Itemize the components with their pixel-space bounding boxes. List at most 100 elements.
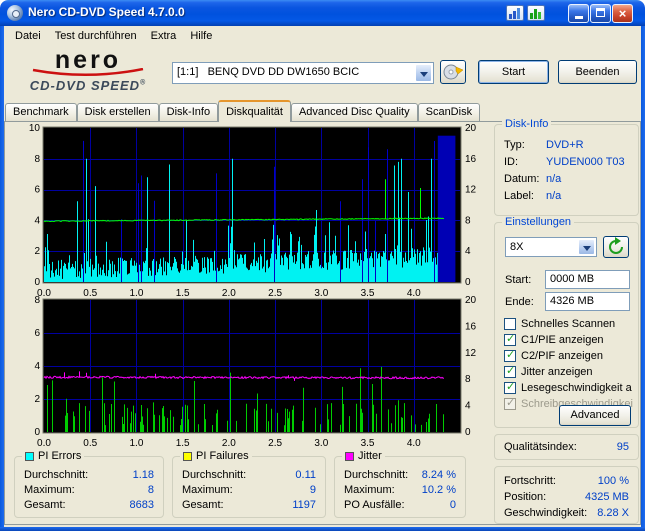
- tab-advanced-disc-quality[interactable]: Advanced Disc Quality: [290, 103, 418, 121]
- menu-hilfe[interactable]: Hilfe: [183, 28, 219, 44]
- mini-chart-icon-1[interactable]: [506, 5, 524, 21]
- progress-group: Fortschritt: 100 % Position: 4325 MB Gesch…: [494, 466, 639, 524]
- checkbox-c1-pie-anzeigen[interactable]: ✓ C1/PIE anzeigen: [504, 334, 634, 348]
- tab-disk-erstellen[interactable]: Disk erstellen: [76, 103, 159, 121]
- window-title: Nero CD-DVD Speed 4.7.0.0: [28, 5, 185, 19]
- svg-text:20: 20: [465, 124, 477, 134]
- jitter-group: Jitter Durchschnitt: 8.24 % Maximum: 10.2 …: [334, 450, 466, 518]
- pie-color-swatch: [25, 451, 34, 461]
- pif-color-swatch: [183, 451, 192, 461]
- check-icon: ✓: [506, 334, 516, 345]
- speed-combo[interactable]: 8X: [505, 237, 597, 257]
- pif-total-row: Gesamt: 1197: [182, 499, 316, 511]
- svg-text:6: 6: [34, 328, 40, 339]
- menu-test-durchfuehren[interactable]: Test durchführen: [48, 28, 144, 44]
- po-failures-row: PO Ausfälle: 0: [344, 499, 456, 511]
- tab-diskqualitaet[interactable]: Diskqualität: [218, 100, 291, 122]
- window-border-bottom: [0, 527, 645, 531]
- close-icon: ×: [618, 6, 627, 21]
- end-field[interactable]: 4326 MB: [545, 292, 630, 311]
- pie-total-row: Gesamt: 8683: [24, 499, 154, 511]
- progress-row: Fortschritt: 100 %: [504, 475, 629, 487]
- pi-errors-group: PI Errors Durchschnitt: 1.18 Maximum: 8 Ge…: [14, 450, 164, 518]
- disk-type-row: Typ: DVD+R: [504, 139, 584, 151]
- disk-label-row: Label: n/a: [504, 190, 562, 202]
- checkbox-box: ✓: [504, 398, 516, 410]
- checkbox-schnelles-scannen[interactable]: ✓ Schnelles Scannen: [504, 318, 634, 332]
- svg-text:2.0: 2.0: [222, 438, 236, 449]
- position-row: Position: 4325 MB: [504, 491, 629, 503]
- menu-extra[interactable]: Extra: [144, 28, 184, 44]
- svg-text:0.5: 0.5: [83, 438, 97, 449]
- svg-text:4: 4: [465, 401, 471, 412]
- checkbox-jitter-anzeigen[interactable]: ✓ Jitter anzeigen: [504, 366, 634, 380]
- drive-combo-value: [1:1] BENQ DVD DD DW1650 BCIC: [177, 66, 360, 78]
- svg-text:16: 16: [465, 321, 477, 332]
- speed-combo-dropdown-button[interactable]: [578, 239, 595, 255]
- jitter-max-row: Maximum: 10.2 %: [344, 484, 456, 496]
- disc-tool-button[interactable]: [440, 60, 466, 84]
- settings-caption: Einstellungen: [502, 216, 575, 228]
- chevron-down-icon: [583, 246, 591, 251]
- svg-text:6: 6: [34, 185, 40, 196]
- disk-info-group: Disk-Info Typ: DVD+R ID: YUDEN000 T03 Datu…: [494, 118, 639, 216]
- menubar: Datei Test durchführen Extra Hilfe: [4, 26, 641, 46]
- svg-text:12: 12: [465, 348, 477, 359]
- jitter-caption: Jitter: [342, 450, 385, 462]
- start-button[interactable]: Start: [478, 60, 549, 84]
- svg-text:8: 8: [34, 296, 40, 306]
- window-border-right: [641, 26, 645, 531]
- refresh-icon: [609, 237, 623, 254]
- menu-datei[interactable]: Datei: [8, 28, 48, 44]
- quality-index-group: Qualitätsindex: 95: [494, 434, 639, 460]
- close-button[interactable]: ×: [612, 4, 633, 23]
- tab-scandisk[interactable]: ScanDisk: [417, 103, 481, 121]
- svg-text:12: 12: [465, 185, 477, 196]
- jitter-color-swatch: [345, 451, 354, 461]
- app-window: Nero CD-DVD Speed 4.7.0.0 × Datei Test d…: [0, 0, 645, 531]
- svg-text:4: 4: [34, 361, 40, 372]
- tab-disk-info[interactable]: Disk-Info: [158, 103, 219, 121]
- svg-text:1.5: 1.5: [176, 438, 190, 449]
- minimize-button[interactable]: [568, 4, 589, 23]
- svg-text:8: 8: [465, 215, 471, 226]
- quit-button[interactable]: Beenden: [558, 60, 637, 84]
- svg-text:0: 0: [34, 427, 40, 438]
- svg-text:16: 16: [465, 154, 477, 165]
- refresh-button[interactable]: [603, 236, 629, 258]
- quality-index-row: Qualitätsindex: 95: [504, 441, 629, 453]
- maximize-button[interactable]: [590, 4, 611, 23]
- speed-row: Geschwindigkeit: 8.28 X: [504, 507, 629, 519]
- svg-text:2: 2: [34, 394, 40, 405]
- start-field[interactable]: 0000 MB: [545, 270, 630, 289]
- mini-chart-icon-2[interactable]: [527, 5, 545, 21]
- pi-failures-group: PI Failures Durchschnitt: 0.11 Maximum: 9 …: [172, 450, 326, 518]
- pie-speed-chart: 02468100481216200.0 0.5 1.0 1.5 2.0 2.5 3.0 3.5…: [29, 124, 477, 299]
- pi-failures-caption: PI Failures: [180, 450, 252, 462]
- logo-subtitle: CD-DVD SPEED®: [29, 78, 147, 93]
- check-icon: ✓: [506, 350, 516, 361]
- drive-combo-dropdown-button[interactable]: [415, 64, 432, 82]
- svg-text:4: 4: [465, 246, 471, 257]
- pie-avg-row: Durchschnitt: 1.18: [24, 469, 154, 481]
- checkbox-lesegeschwindigkeit[interactable]: ✓ Lesegeschwindigkeit a: [504, 382, 634, 396]
- chevron-down-icon: [420, 72, 428, 77]
- disk-date-row: Datum: n/a: [504, 173, 562, 185]
- svg-text:20: 20: [465, 296, 477, 306]
- svg-text:8: 8: [465, 374, 471, 385]
- checkbox-box: ✓: [504, 350, 516, 362]
- start-field-label: Start:: [505, 274, 532, 286]
- window-border-left: [0, 26, 4, 531]
- disc-tool-icon: [443, 64, 464, 80]
- svg-text:10: 10: [29, 124, 41, 134]
- svg-text:4.0: 4.0: [407, 438, 421, 449]
- checkbox-c2-pif-anzeigen[interactable]: ✓ C2/PIF anzeigen: [504, 350, 634, 364]
- advanced-button[interactable]: Advanced: [559, 405, 631, 426]
- drive-combo[interactable]: [1:1] BENQ DVD DD DW1650 BCIC: [172, 62, 434, 84]
- jitter-avg-row: Durchschnitt: 8.24 %: [344, 469, 456, 481]
- checkbox-box: ✓: [504, 334, 516, 346]
- pif-jitter-chart: 0 2 4 6 8 0 4 8 12 16 20 0.0 0.5 1.0 1.5 2.0 2.5 3.0 3.5 4.…: [34, 296, 477, 449]
- pie-max-row: Maximum: 8: [24, 484, 154, 496]
- tab-benchmark[interactable]: Benchmark: [5, 103, 77, 121]
- tab-strip: Benchmark Disk erstellen Disk-Info Diskq…: [5, 100, 481, 122]
